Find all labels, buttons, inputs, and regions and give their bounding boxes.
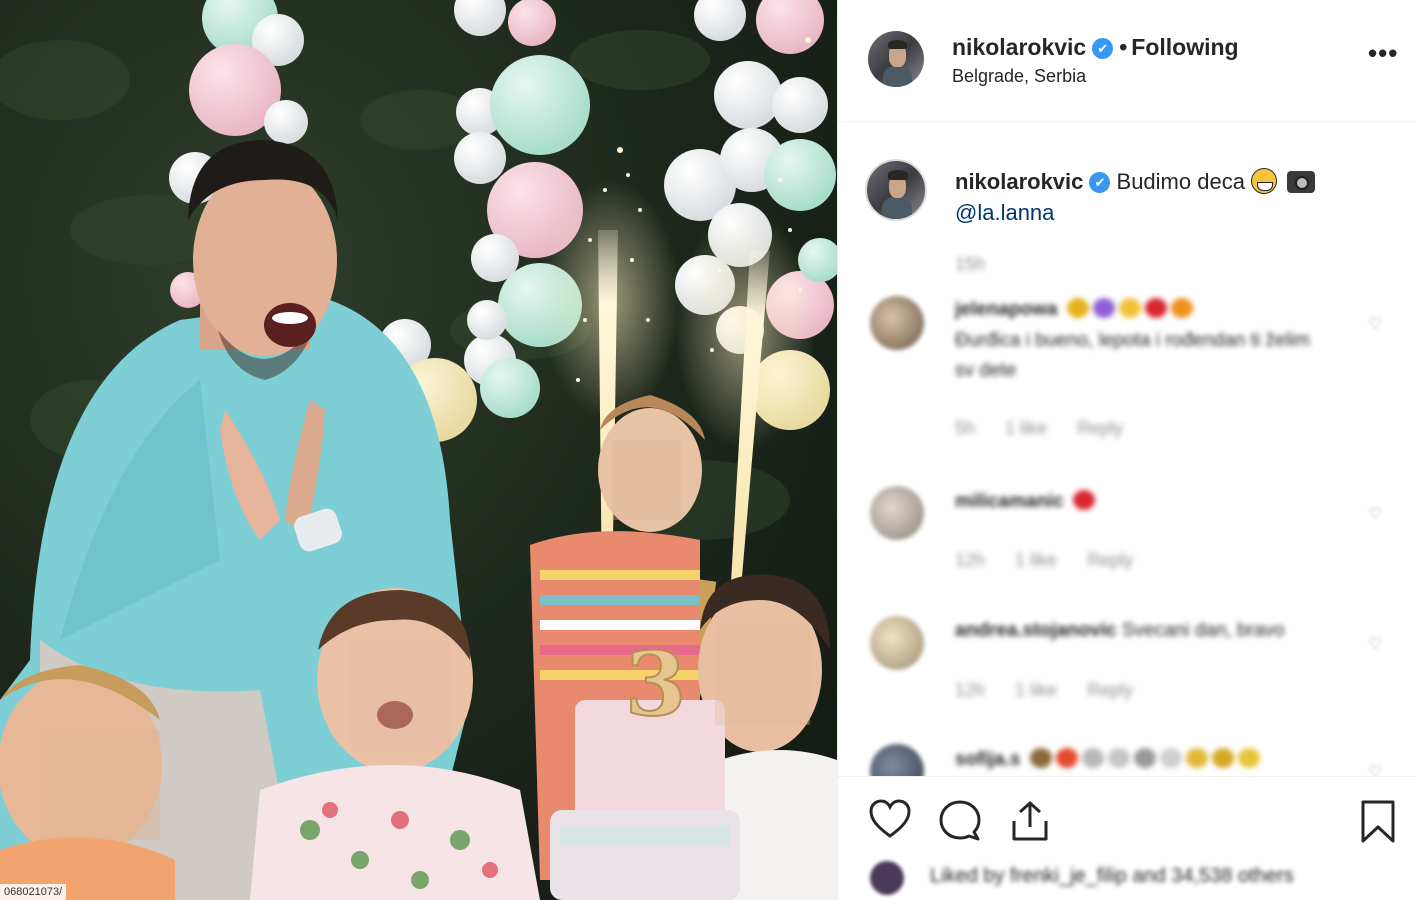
commenter-avatar[interactable] <box>870 616 924 670</box>
commenter-username[interactable]: jelenapowa <box>955 299 1057 320</box>
caption-author-avatar[interactable] <box>865 159 927 221</box>
author-username[interactable]: nikolarokvic <box>952 34 1086 60</box>
comment-time: 5h <box>955 418 976 438</box>
comment-like-heart-icon[interactable]: ♡ <box>1368 314 1382 334</box>
comment-body: Svecani dan, bravo <box>1121 620 1285 641</box>
commenter-username[interactable]: andrea.stojanovic <box>955 620 1117 641</box>
comment-meta: 5h 1 like Reply <box>955 418 1153 439</box>
comment-likes[interactable]: 1 like <box>1005 418 1047 438</box>
caption-mention-link[interactable]: @la.lanna <box>955 200 1054 225</box>
commenter-username[interactable]: milicamanic <box>955 491 1064 512</box>
verified-badge-icon: ✔ <box>1089 172 1111 193</box>
commenter-avatar[interactable] <box>870 744 924 776</box>
liker-avatar[interactable] <box>870 861 904 895</box>
likes-summary-text[interactable]: Liked by frenki_je_filip and 34,538 othe… <box>930 865 1294 888</box>
comment-like-heart-icon[interactable]: ♡ <box>1368 634 1382 654</box>
separator-dot: • <box>1119 34 1128 60</box>
comment-text-line: andrea.stojanovic Svecani dan, bravo <box>955 620 1285 642</box>
post-header: nikolarokvic ✔ • Following Belgrade, Serbia… <box>838 0 1417 122</box>
post-side-panel: nikolarokvic ✔ • Following Belgrade, Serbia… <box>837 0 1417 900</box>
bookmark-icon[interactable] <box>1358 799 1398 850</box>
comment-like-heart-icon[interactable]: ♡ <box>1368 762 1382 776</box>
post-actions-bar: Liked by frenki_je_filip and 34,538 othe… <box>838 776 1417 900</box>
commenter-avatar[interactable] <box>870 486 924 540</box>
comment-icon[interactable] <box>938 799 982 846</box>
following-button[interactable]: Following <box>1131 34 1238 60</box>
emoji-sequence-icon <box>1063 298 1193 324</box>
share-icon[interactable] <box>1008 799 1052 848</box>
caption-timestamp: 15h <box>955 254 986 274</box>
camera-icon <box>1286 171 1315 193</box>
comment-body: Đurđica i bueno, lepota i rođendan ti že… <box>955 330 1310 351</box>
comment-text-line: jelenapowa <box>955 298 1193 324</box>
heart-icon[interactable] <box>868 799 912 844</box>
comments-list[interactable]: jelenapowa Đurđica i bueno, lepota i rođ… <box>838 280 1417 776</box>
grinning-face-icon <box>1250 168 1277 194</box>
comment-like-heart-icon[interactable]: ♡ <box>1368 504 1382 524</box>
post-photo[interactable]: 3 068021073/ <box>0 0 837 900</box>
verified-badge-icon: ✔ <box>1092 38 1114 59</box>
reply-button[interactable]: Reply <box>1087 680 1133 700</box>
comment-body-line2: sv dete <box>955 360 1017 381</box>
reply-button[interactable]: Reply <box>1077 418 1123 438</box>
location-link[interactable]: Belgrade, Serbia <box>952 66 1086 87</box>
photo-url-fragment: 068021073/ <box>0 884 67 900</box>
comment-text-line: milicamanic <box>955 490 1096 516</box>
commenter-avatar[interactable] <box>870 296 924 350</box>
caption-text: Budimo deca <box>1116 169 1245 194</box>
comment-text-line: sofija.s <box>955 748 1260 774</box>
more-options-icon[interactable]: ••• <box>1368 40 1398 68</box>
commenter-username[interactable]: sofija.s <box>955 749 1020 770</box>
party-photo-illustration: 3 <box>0 0 837 900</box>
reply-button[interactable]: Reply <box>1087 550 1133 570</box>
comment-meta: 12h 1 like Reply <box>955 550 1163 571</box>
comment-time: 12h <box>955 550 986 570</box>
post-caption: nikolarokvic ✔ Budimo deca @la.lanna <box>955 166 1385 228</box>
comment-likes[interactable]: 1 like <box>1015 550 1057 570</box>
heart-emoji-icon <box>1069 490 1096 516</box>
caption-username[interactable]: nikolarokvic <box>955 169 1083 194</box>
comment-time: 12h <box>955 680 986 700</box>
comment-likes[interactable]: 1 like <box>1015 680 1057 700</box>
svg-text:3: 3 <box>625 632 686 736</box>
comment-meta: 12h 1 like Reply <box>955 680 1163 701</box>
emoji-sequence-icon <box>1026 748 1260 774</box>
author-avatar[interactable] <box>868 31 924 87</box>
author-line: nikolarokvic ✔ • Following <box>952 34 1239 61</box>
